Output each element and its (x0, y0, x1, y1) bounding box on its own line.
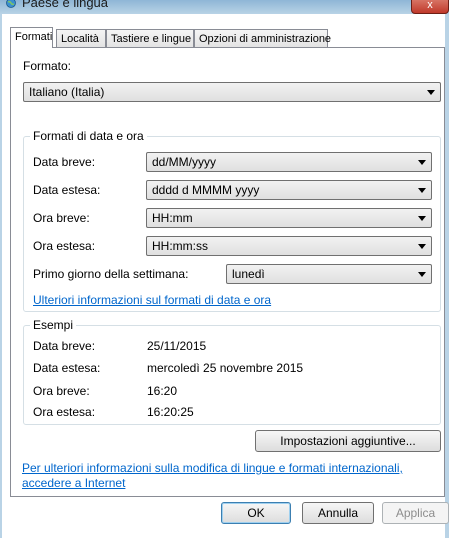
chevron-down-icon (418, 244, 426, 249)
chevron-down-icon (418, 272, 426, 277)
window-frame-right (445, 14, 449, 538)
example-short-date-label: Data breve: (33, 339, 96, 353)
window-title: Paese e lingua (22, 0, 109, 10)
short-time-select[interactable]: HH:mm (146, 208, 432, 228)
first-day-value: lunedì (232, 267, 265, 281)
long-date-value: dddd d MMMM yyyy (152, 183, 260, 197)
examples-group: Esempi Data breve: 25/11/2015 Data estes… (23, 318, 441, 425)
globe-icon (6, 0, 16, 8)
format-select-value: Italiano (Italia) (29, 85, 105, 99)
short-date-select[interactable]: dd/MM/yyyy (146, 152, 432, 172)
tab-localita[interactable]: Località (56, 29, 106, 47)
chevron-down-icon (418, 188, 426, 193)
examples-title: Esempi (30, 318, 77, 332)
apply-button[interactable]: Applica (382, 502, 449, 524)
example-long-time-label: Ora estesa: (33, 405, 96, 419)
example-short-time-value: 16:20 (147, 384, 178, 398)
long-date-select[interactable]: dddd d MMMM yyyy (146, 180, 432, 200)
tab-tastiere-e-lingue[interactable]: Tastiere e lingue (106, 29, 194, 47)
international-info-link-line2[interactable]: accedere a Internet (22, 476, 125, 490)
example-long-time-value: 16:20:25 (147, 405, 194, 419)
long-time-label: Ora estesa: (33, 239, 96, 253)
tab-opzioni-amministrazione[interactable]: Opzioni di amministrazione (194, 29, 331, 47)
short-time-value: HH:mm (152, 211, 193, 225)
example-long-date-value: mercoledì 25 novembre 2015 (147, 361, 304, 375)
international-info-link-line1[interactable]: Per ulteriori informazioni sulla modific… (22, 461, 403, 475)
title-bar: Paese e lingua x (0, 0, 449, 14)
long-time-select[interactable]: HH:mm:ss (146, 236, 432, 256)
window-frame-left (0, 14, 2, 538)
long-date-label: Data estesa: (33, 183, 101, 197)
first-day-label: Primo giorno della settimana: (33, 267, 189, 281)
chevron-down-icon (427, 90, 435, 95)
short-time-label: Ora breve: (33, 211, 90, 225)
format-label: Formato: (23, 59, 72, 73)
example-short-time-label: Ora breve: (33, 384, 90, 398)
datetime-group-title: Formati di data e ora (30, 129, 147, 143)
chevron-down-icon (418, 160, 426, 165)
datetime-info-link[interactable]: Ulteriori informazioni sul formati di da… (33, 293, 271, 307)
close-button[interactable]: x (411, 0, 449, 14)
datetime-formats-group: Formati di data e ora Data breve: dd/MM/… (23, 129, 441, 312)
chevron-down-icon (418, 216, 426, 221)
short-date-value: dd/MM/yyyy (152, 155, 217, 169)
short-date-label: Data breve: (33, 155, 96, 169)
additional-settings-button[interactable]: Impostazioni aggiuntive... (255, 430, 441, 452)
example-short-date-value: 25/11/2015 (147, 339, 207, 353)
ok-button[interactable]: OK (221, 502, 291, 524)
cancel-button[interactable]: Annulla (302, 502, 374, 524)
example-long-date-label: Data estesa: (33, 361, 101, 375)
first-day-select[interactable]: lunedì (226, 264, 432, 284)
format-select[interactable]: Italiano (Italia) (23, 82, 441, 102)
formats-panel: Formato: Italiano (Italia) Formati di da… (10, 47, 445, 497)
long-time-value: HH:mm:ss (152, 239, 208, 253)
tab-formati[interactable]: Formati (10, 27, 53, 48)
